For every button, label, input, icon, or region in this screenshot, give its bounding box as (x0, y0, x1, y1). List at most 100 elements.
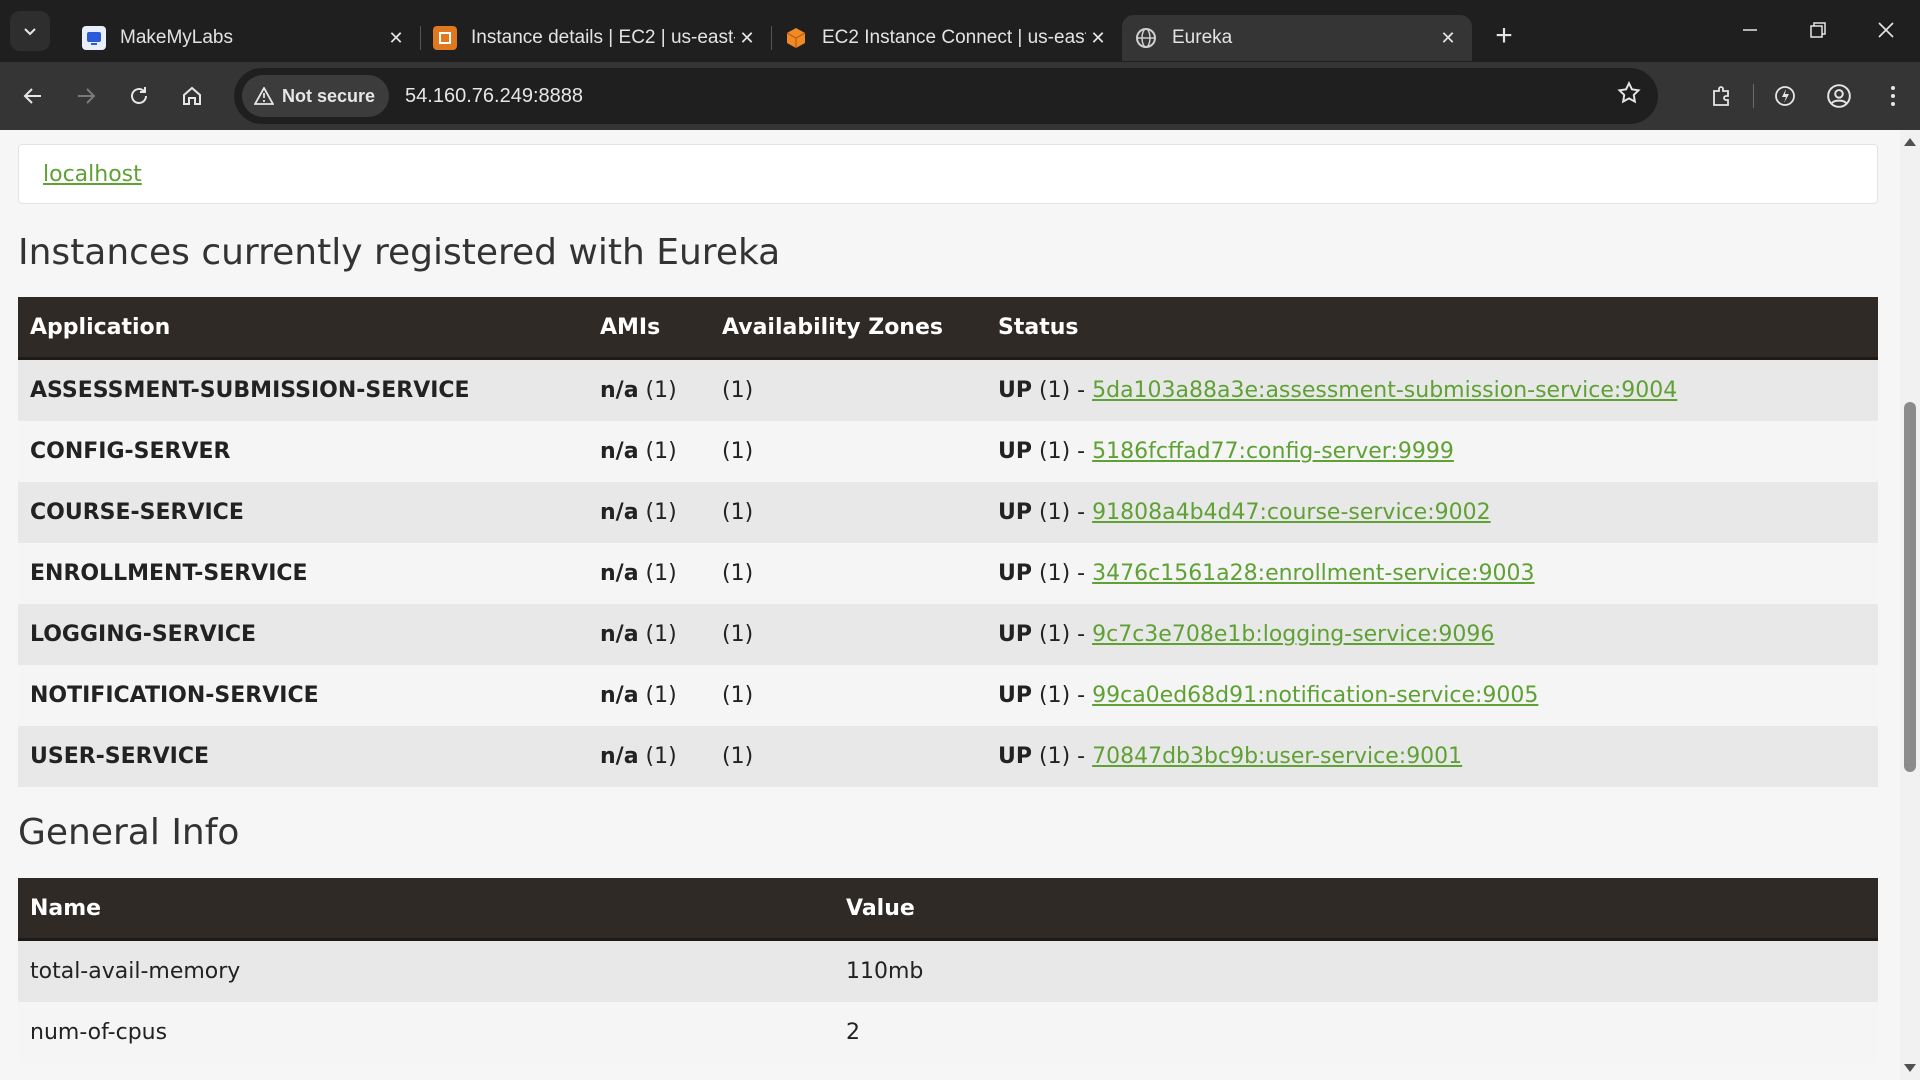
status-label: UP (998, 378, 1032, 403)
zones-cell: (1) (710, 421, 986, 482)
amis-count: (1) (645, 500, 677, 525)
aws-cube-favicon-icon (784, 26, 808, 50)
tab-instance-details[interactable]: Instance details | EC2 | us-east-1 ✕ (421, 15, 771, 61)
tab-close-icon[interactable]: ✕ (1436, 26, 1460, 50)
tab-close-icon[interactable]: ✕ (384, 26, 408, 50)
amis-label: n/a (600, 561, 639, 586)
performance-button[interactable] (1763, 74, 1807, 118)
more-vertical-icon (1891, 86, 1895, 106)
instance-link[interactable]: 70847db3bc9b:user-service:9001 (1092, 744, 1462, 769)
instance-link[interactable]: 9c7c3e708e1b:logging-service:9096 (1092, 622, 1494, 647)
amis-cell: n/a (1) (588, 665, 710, 726)
zones-cell: (1) (710, 543, 986, 604)
account-icon (1827, 84, 1851, 108)
amis-cell: n/a (1) (588, 604, 710, 665)
amis-label: n/a (600, 439, 639, 464)
menu-button[interactable] (1871, 74, 1915, 118)
application-name: LOGGING-SERVICE (18, 604, 588, 665)
tab-close-icon[interactable]: ✕ (735, 26, 759, 50)
scroll-up-arrow-icon[interactable] (1904, 138, 1916, 146)
zones-cell: (1) (710, 482, 986, 543)
tab-title: EC2 Instance Connect | us-east-1 (822, 27, 1086, 48)
general-header-row: Name Value (18, 878, 1878, 941)
ec2-favicon-icon (433, 26, 457, 50)
browser-toolbar: Not secure 54.160.76.249:8888 (0, 62, 1920, 130)
new-tab-button[interactable]: + (1484, 16, 1524, 56)
localhost-link[interactable]: localhost (43, 162, 142, 187)
hostname-well: localhost (18, 144, 1878, 204)
table-row: USER-SERVICE n/a (1) (1) UP (1) - 70847d… (18, 726, 1878, 787)
tab-ec2-instance-connect[interactable]: EC2 Instance Connect | us-east-1 ✕ (772, 15, 1122, 61)
window-controls (1716, 0, 1920, 60)
amis-count: (1) (645, 622, 677, 647)
instance-link[interactable]: 3476c1561a28:enrollment-service:9003 (1092, 561, 1534, 586)
instance-link[interactable]: 5da103a88a3e:assessment-submission-servi… (1092, 378, 1677, 403)
amis-cell: n/a (1) (588, 482, 710, 543)
amis-cell: n/a (1) (588, 543, 710, 604)
amis-label: n/a (600, 683, 639, 708)
amis-count: (1) (645, 439, 677, 464)
instance-link[interactable]: 5186fcffad77:config-server:9999 (1092, 439, 1454, 464)
general-info-table: Name Value total-avail-memory 110mb num-… (18, 878, 1878, 1063)
puzzle-icon (1713, 86, 1729, 106)
tab-title: Instance details | EC2 | us-east-1 (471, 27, 735, 48)
address-bar[interactable]: Not secure 54.160.76.249:8888 (234, 68, 1658, 124)
tab-title: MakeMyLabs (120, 27, 233, 48)
status-count: (1) - (1039, 500, 1086, 525)
application-name: ASSESSMENT-SUBMISSION-SERVICE (18, 358, 588, 421)
info-value: 2 (834, 1002, 1878, 1063)
zones-cell: (1) (710, 665, 986, 726)
table-row: NOTIFICATION-SERVICE n/a (1) (1) UP (1) … (18, 665, 1878, 726)
info-name: total-avail-memory (18, 939, 834, 1002)
globe-icon (1134, 26, 1158, 50)
arrow-left-icon (23, 88, 41, 104)
table-row: COURSE-SERVICE n/a (1) (1) UP (1) - 9180… (18, 482, 1878, 543)
table-row: total-avail-memory 110mb (18, 939, 1878, 1002)
reload-button[interactable] (119, 76, 159, 116)
status-label: UP (998, 500, 1032, 525)
chevron-down-icon (24, 28, 36, 36)
status-count: (1) - (1039, 561, 1086, 586)
status-cell: UP (1) - 5186fcffad77:config-server:9999 (986, 421, 1878, 482)
speed-icon (1775, 86, 1795, 106)
restore-icon (1810, 22, 1826, 38)
instance-link[interactable]: 99ca0ed68d91:notification-service:9005 (1092, 683, 1538, 708)
status-label: UP (998, 622, 1032, 647)
table-row: CONFIG-SERVER n/a (1) (1) UP (1) - 5186f… (18, 421, 1878, 482)
restore-button[interactable] (1784, 0, 1852, 60)
application-name: USER-SERVICE (18, 726, 588, 787)
page-scrollbar[interactable] (1900, 130, 1920, 1080)
scrollbar-thumb[interactable] (1904, 402, 1916, 772)
close-window-button[interactable] (1852, 0, 1920, 60)
extensions-button[interactable] (1700, 74, 1744, 118)
amis-count: (1) (645, 744, 677, 769)
table-row: num-of-cpus 2 (18, 1002, 1878, 1063)
instances-header-row: Application AMIs Availability Zones Stat… (18, 297, 1878, 360)
tab-close-icon[interactable]: ✕ (1086, 26, 1110, 50)
home-button[interactable] (172, 76, 212, 116)
warning-icon (254, 87, 274, 105)
tab-makemylabs[interactable]: MakeMyLabs ✕ (70, 15, 420, 61)
status-cell: UP (1) - 9c7c3e708e1b:logging-service:90… (986, 604, 1878, 665)
back-button[interactable] (13, 76, 53, 116)
minimize-button[interactable] (1716, 0, 1784, 60)
status-count: (1) - (1039, 683, 1086, 708)
application-name: NOTIFICATION-SERVICE (18, 665, 588, 726)
application-name: COURSE-SERVICE (18, 482, 588, 543)
tab-search-button[interactable] (10, 11, 50, 51)
url-text[interactable]: 54.160.76.249:8888 (405, 85, 583, 108)
amis-label: n/a (600, 500, 639, 525)
bookmark-star-icon[interactable] (1616, 80, 1642, 111)
zones-cell: (1) (710, 726, 986, 787)
profile-button[interactable] (1817, 74, 1861, 118)
tab-eureka[interactable]: Eureka ✕ (1122, 15, 1472, 61)
scroll-down-arrow-icon[interactable] (1904, 1064, 1916, 1072)
site-info-chip[interactable]: Not secure (242, 75, 390, 117)
amis-cell: n/a (1) (588, 358, 710, 421)
status-label: UP (998, 561, 1032, 586)
column-header: Name (18, 878, 834, 941)
amis-label: n/a (600, 378, 639, 403)
forward-button[interactable] (66, 76, 106, 116)
instance-link[interactable]: 91808a4b4d47:course-service:9002 (1092, 500, 1490, 525)
column-header: Status (986, 297, 1878, 360)
